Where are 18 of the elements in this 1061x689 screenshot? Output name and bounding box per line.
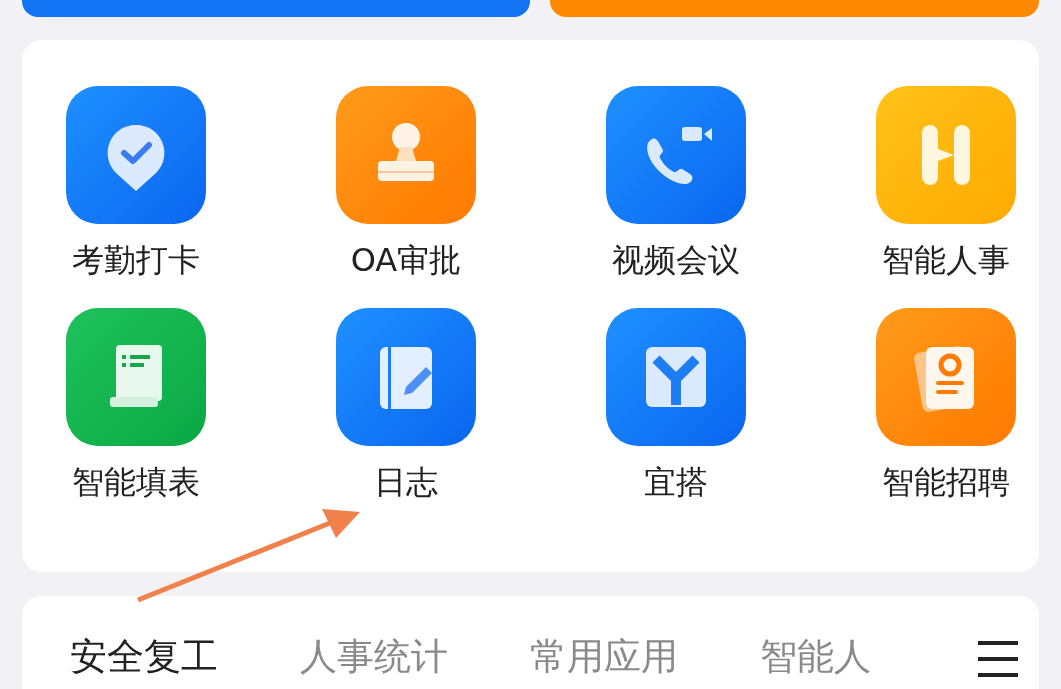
- y-letter-icon[interactable]: [606, 308, 746, 446]
- app-label[interactable]: OA审批: [350, 240, 462, 280]
- app-label[interactable]: 考勤打卡: [72, 240, 200, 280]
- h-letter-icon[interactable]: [876, 86, 1016, 224]
- app-label[interactable]: 视频会议: [612, 240, 740, 280]
- menu-icon[interactable]: [978, 639, 1018, 679]
- app-label[interactable]: 宜搭: [644, 462, 708, 502]
- app-label[interactable]: 智能填表: [72, 462, 200, 502]
- form-scroll-icon[interactable]: [66, 308, 206, 446]
- video-call-icon[interactable]: [606, 86, 746, 224]
- resume-card-icon[interactable]: [876, 308, 1016, 446]
- app-label[interactable]: 日志: [374, 462, 438, 502]
- notebook-pen-icon[interactable]: [336, 308, 476, 446]
- app-label[interactable]: 智能招聘: [882, 462, 1010, 502]
- stamp-icon[interactable]: [336, 86, 476, 224]
- location-check-icon[interactable]: [66, 86, 206, 224]
- app-label[interactable]: 智能人事: [882, 240, 1010, 280]
- tab[interactable]: 安全复工: [70, 634, 300, 680]
